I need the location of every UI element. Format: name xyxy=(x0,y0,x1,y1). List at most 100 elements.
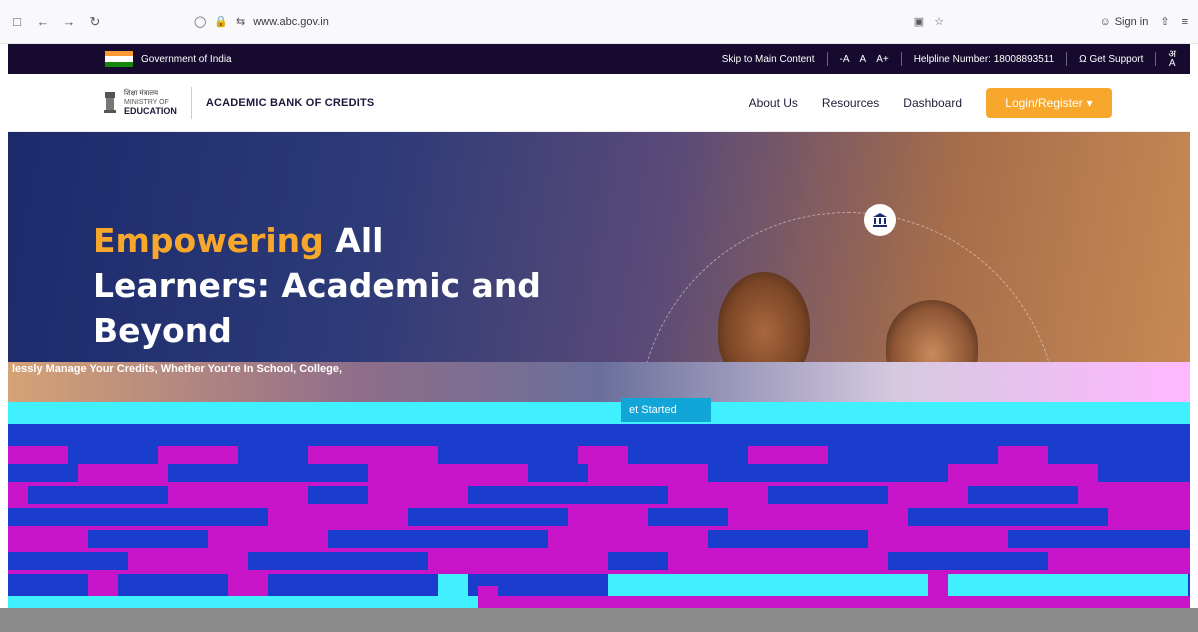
corrupted-render-region: lessly Manage Your Credits, Whether You'… xyxy=(8,362,1190,608)
reload-icon[interactable]: ↻ xyxy=(86,13,104,31)
login-register-label: Login/Register xyxy=(1005,95,1083,110)
glitch-block xyxy=(608,552,668,570)
hero-title: Empowering All Learners: Academic and Be… xyxy=(93,218,563,353)
right-gutter xyxy=(1190,44,1198,608)
font-increase-button[interactable]: A+ xyxy=(876,54,889,65)
abc-title[interactable]: ACADEMIC BANK OF CREDITS xyxy=(206,97,375,109)
get-support-link[interactable]: Ω Get Support xyxy=(1079,54,1143,65)
glitch-block xyxy=(8,424,1190,446)
bookmark-star-icon[interactable]: ☆ xyxy=(934,15,944,28)
glitch-block xyxy=(1008,530,1190,548)
helpline-text: Helpline Number: 18008893511 xyxy=(913,53,1055,65)
font-normal-button[interactable]: A xyxy=(860,54,867,65)
glitch-block xyxy=(88,530,208,548)
sidebar-toggle-icon[interactable]: □ xyxy=(8,13,26,31)
bottom-gray-bar xyxy=(0,608,1198,632)
sign-in-label: Sign in xyxy=(1114,15,1149,28)
address-bar[interactable]: ◯ 🔒 ⇆ www.abc.gov.in ▣ ☆ xyxy=(194,15,954,29)
get-support-label: Get Support xyxy=(1089,53,1144,65)
glitch-block xyxy=(908,508,1108,526)
glitch-block xyxy=(928,574,948,596)
glitch-block xyxy=(8,596,498,608)
decorative-orbit xyxy=(638,212,1058,372)
national-emblem-icon xyxy=(102,88,118,118)
moe-hindi-text: शिक्षा मंत्रालय xyxy=(124,90,159,97)
glitch-block xyxy=(768,486,888,504)
glitch-block xyxy=(8,464,78,482)
hero-title-line2: Learners: Academic and xyxy=(93,266,541,305)
gov-name[interactable]: Government of India xyxy=(141,54,232,65)
extensions-icon[interactable]: ⇧ xyxy=(1160,15,1169,28)
student-boy-image xyxy=(718,272,810,372)
glitch-block xyxy=(248,552,428,570)
hero-title-accent: Empowering xyxy=(93,221,324,260)
reader-view-icon[interactable]: ▣ xyxy=(914,15,924,28)
glitch-block xyxy=(68,446,158,464)
hero-title-rest: All xyxy=(323,221,384,260)
glitch-block xyxy=(968,486,1078,504)
moe-line2: EDUCATION xyxy=(124,106,177,116)
hero-subtitle: lessly Manage Your Credits, Whether You'… xyxy=(12,363,343,375)
nav-resources[interactable]: Resources xyxy=(822,96,879,110)
hero-title-line3: Beyond xyxy=(93,311,232,350)
site-header: शिक्षा मंत्रालय MINISTRY OF EDUCATION AC… xyxy=(8,74,1190,132)
divider xyxy=(1155,52,1157,66)
flag-band-green xyxy=(105,61,133,67)
font-decrease-button[interactable]: -A xyxy=(840,54,850,65)
nav-about-us[interactable]: About Us xyxy=(749,96,798,110)
caret-down-icon: ▾ xyxy=(1086,95,1093,110)
glitch-block xyxy=(1048,446,1190,464)
bank-icon xyxy=(864,204,896,236)
hero-banner: Empowering All Learners: Academic and Be… xyxy=(8,132,1190,372)
permissions-icon: ⇆ xyxy=(236,16,246,28)
glitch-block xyxy=(328,530,548,548)
sign-in-button[interactable]: ☺ Sign in xyxy=(1099,16,1148,28)
glitch-block xyxy=(28,486,168,504)
glitch-block xyxy=(528,464,588,482)
lang-english-glyph: A xyxy=(1168,58,1176,69)
menu-icon[interactable]: ≡ xyxy=(1182,16,1188,28)
browser-toolbar: □ ← → ↻ ◯ 🔒 ⇆ www.abc.gov.in ▣ ☆ ☺ Sign … xyxy=(0,0,1198,44)
glitch-block xyxy=(828,446,998,464)
shield-icon: ◯ xyxy=(194,16,207,28)
india-flag-icon xyxy=(105,51,133,67)
glitch-block xyxy=(708,530,868,548)
get-started-button[interactable]: et Started xyxy=(621,398,711,422)
glitch-block xyxy=(8,402,1190,424)
divider xyxy=(1066,52,1068,66)
glitch-block xyxy=(608,574,1188,596)
glitch-block xyxy=(408,508,568,526)
glitch-block xyxy=(438,446,578,464)
url-text[interactable]: www.abc.gov.in xyxy=(253,16,329,28)
font-size-controls: -A A A+ xyxy=(840,54,889,65)
glitch-block xyxy=(88,574,118,596)
glitch-block xyxy=(8,552,128,570)
glitch-block xyxy=(8,508,268,526)
glitch-block xyxy=(888,552,1048,570)
forward-icon[interactable]: → xyxy=(60,13,78,31)
glitch-block xyxy=(438,574,468,596)
glitch-block xyxy=(168,464,368,482)
gov-top-strip: Government of India Skip to Main Content… xyxy=(8,44,1190,74)
main-nav: About Us Resources Dashboard Login/Regis… xyxy=(749,87,1112,118)
lock-icon: 🔒 xyxy=(214,16,229,28)
back-icon[interactable]: ← xyxy=(34,13,52,31)
get-started-label: et Started xyxy=(629,404,677,416)
glitch-block xyxy=(228,574,268,596)
skip-to-main-link[interactable]: Skip to Main Content xyxy=(722,54,815,65)
glitch-block xyxy=(238,446,308,464)
glitch-block xyxy=(308,486,368,504)
divider xyxy=(826,52,828,66)
left-gutter xyxy=(0,44,8,608)
divider xyxy=(900,52,902,66)
moe-logo[interactable]: शिक्षा मंत्रालय MINISTRY OF EDUCATION xyxy=(102,88,177,118)
language-switch-icon[interactable]: अ A xyxy=(1168,50,1176,69)
glitch-block xyxy=(648,508,728,526)
headset-icon: Ω xyxy=(1079,53,1087,65)
nav-dashboard[interactable]: Dashboard xyxy=(903,96,962,110)
glitch-block xyxy=(468,486,668,504)
login-register-button[interactable]: Login/Register ▾ xyxy=(986,87,1112,118)
glitch-block xyxy=(478,586,498,608)
glitch-block xyxy=(708,464,948,482)
glitch-block xyxy=(628,446,748,464)
